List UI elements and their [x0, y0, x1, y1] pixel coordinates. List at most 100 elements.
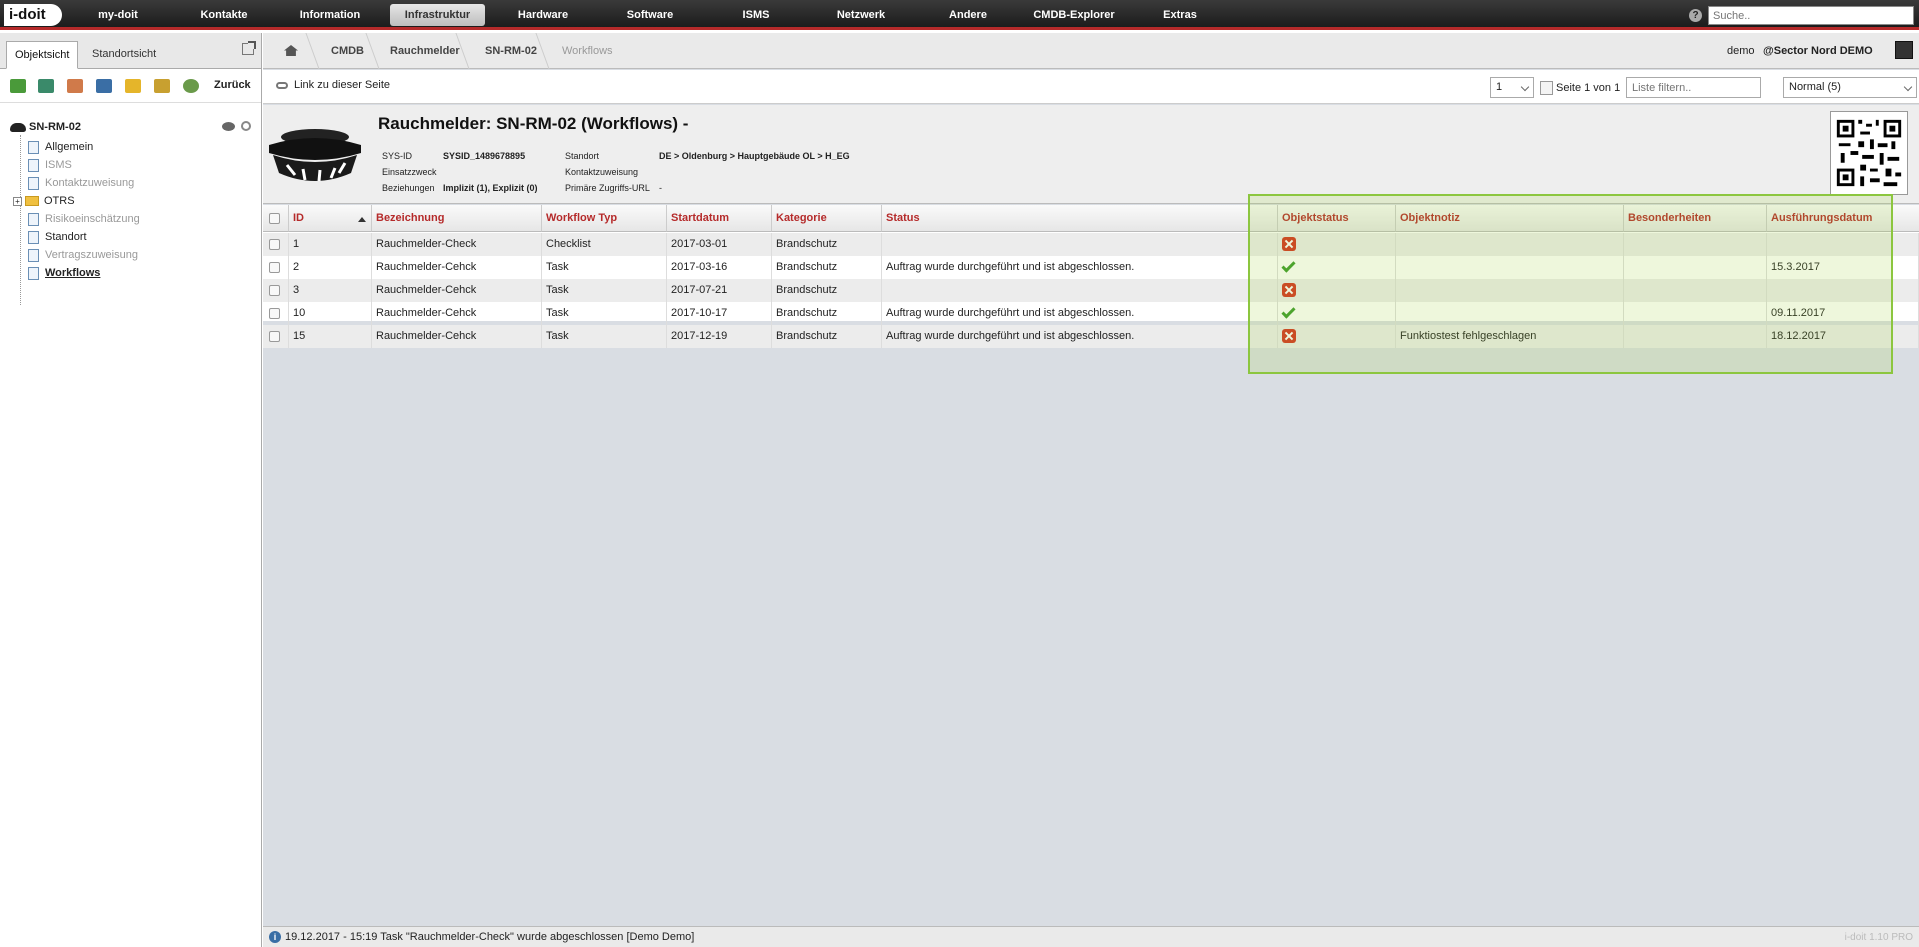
nav-my-doit[interactable]: my-doit: [78, 4, 158, 26]
nav-cmdb-explorer[interactable]: CMDB-Explorer: [1020, 4, 1128, 26]
tree-item-risikoeinschaetzung[interactable]: Risikoeinschätzung: [28, 211, 140, 227]
link-to-page[interactable]: Link zu dieser Seite: [294, 79, 390, 91]
cell-bez: Rauchmelder-Cehck: [372, 279, 542, 302]
tree-item-kontaktzuweisung[interactable]: Kontaktzuweisung: [28, 175, 134, 191]
nav-hardware[interactable]: Hardware: [503, 4, 583, 26]
status-message: 19.12.2017 - 15:19 Task "Rauchmelder-Che…: [285, 931, 695, 943]
cell-status: Auftrag wurde durchgeführt und ist abges…: [882, 256, 1278, 279]
cell-kat: Brandschutz: [772, 302, 882, 325]
nav-isms[interactable]: ISMS: [716, 4, 796, 26]
col-header-workflow-typ[interactable]: Workflow Typ: [542, 205, 667, 232]
chevron-down-icon: [1903, 82, 1913, 92]
idoit-logo[interactable]: i-doit: [4, 4, 62, 26]
cell-start: 2017-07-21: [667, 279, 772, 302]
view-select[interactable]: Normal (5): [1783, 77, 1917, 98]
cell-id: 2: [289, 256, 372, 279]
cell-status: [882, 279, 1278, 302]
book-icon[interactable]: [96, 79, 112, 93]
nav-kontakte[interactable]: Kontakte: [185, 4, 263, 26]
back-button[interactable]: Zurück: [214, 79, 251, 91]
chevron-down-icon: [1520, 82, 1530, 92]
tab-standortsicht[interactable]: Standortsicht: [84, 41, 164, 69]
tab-objektsicht[interactable]: Objektsicht: [6, 41, 79, 69]
crumb-separator: [296, 33, 320, 69]
nav-infrastruktur[interactable]: Infrastruktur: [390, 4, 485, 26]
row-checkbox[interactable]: [269, 262, 280, 273]
row-select-cell: [263, 302, 289, 325]
nav-netzwerk[interactable]: Netzwerk: [821, 4, 901, 26]
document-icon: [28, 176, 39, 190]
expand-icon[interactable]: [38, 79, 54, 93]
beziehungen-label: Beziehungen: [382, 183, 435, 193]
list-filter-input[interactable]: [1626, 77, 1761, 98]
tree-item-isms[interactable]: ISMS: [28, 157, 72, 173]
eye-icon[interactable]: [222, 122, 235, 131]
col-header-status[interactable]: Status: [882, 205, 1278, 232]
page-select[interactable]: 1: [1490, 77, 1534, 98]
qr-code-image[interactable]: [1830, 111, 1908, 195]
tree-root-label: SN-RM-02: [29, 121, 81, 133]
home-icon[interactable]: [284, 45, 298, 56]
sysid-label: SYS-ID: [382, 151, 413, 161]
nav-information[interactable]: Information: [290, 4, 370, 26]
cell-typ: Checklist: [542, 233, 667, 256]
lock-icon[interactable]: [154, 79, 170, 93]
user-name[interactable]: demo: [1727, 45, 1755, 57]
help-icon[interactable]: ?: [1689, 9, 1702, 22]
expand-plus-icon[interactable]: +: [13, 196, 22, 206]
document-icon: [28, 212, 39, 226]
document-icon: [28, 158, 39, 172]
row-select-cell: [263, 233, 289, 256]
link-icon[interactable]: [276, 82, 288, 89]
sort-ascending-icon: [358, 217, 366, 222]
nav-andere[interactable]: Andere: [928, 4, 1008, 26]
cell-status: Auftrag wurde durchgeführt und ist abges…: [882, 302, 1278, 325]
magnifier-icon[interactable]: [241, 121, 251, 131]
cell-id: 10: [289, 302, 372, 325]
document-icon: [28, 248, 39, 262]
view-select-value: Normal (5): [1789, 81, 1841, 93]
cell-typ: Task: [542, 256, 667, 279]
tree-root[interactable]: SN-RM-02: [10, 121, 81, 133]
row-checkbox[interactable]: [269, 331, 280, 342]
tenant-name[interactable]: @Sector Nord DEMO: [1763, 45, 1873, 57]
version-label: i-doit 1.10 PRO: [1844, 932, 1913, 943]
row-checkbox[interactable]: [269, 308, 280, 319]
row-checkbox[interactable]: [269, 285, 280, 296]
cell-id: 15: [289, 325, 372, 348]
list-toolbar: Link zu dieser Seite 1 Seite 1 von 1 Nor…: [263, 70, 1919, 104]
shield-icon[interactable]: [125, 79, 141, 93]
col-header-startdatum[interactable]: Startdatum: [667, 205, 772, 232]
report-icon[interactable]: [67, 79, 83, 93]
breadcrumb-workflows: Workflows: [562, 45, 613, 57]
select-all-checkbox[interactable]: [269, 213, 280, 224]
tree-item-workflows[interactable]: Workflows: [28, 265, 100, 281]
kontaktzuweisung-label: Kontaktzuweisung: [565, 167, 639, 177]
cell-start: 2017-03-16: [667, 256, 772, 279]
tree-item-otrs[interactable]: + OTRS: [13, 193, 75, 209]
popout-icon[interactable]: [242, 41, 256, 55]
beziehungen-value[interactable]: Implizit (1), Explizit (0): [443, 183, 538, 193]
cell-id: 1: [289, 233, 372, 256]
tree-line: [20, 135, 21, 305]
search-input[interactable]: [1708, 6, 1914, 25]
col-header-kategorie[interactable]: Kategorie: [772, 205, 882, 232]
col-header-bezeichnung[interactable]: Bezeichnung: [372, 205, 542, 232]
main-content: CMDB Rauchmelder SN-RM-02 Workflows demo…: [263, 33, 1919, 947]
tree-structure-icon[interactable]: [10, 79, 26, 93]
nav-software[interactable]: Software: [610, 4, 690, 26]
nav-extras[interactable]: Extras: [1140, 4, 1220, 26]
document-icon: [28, 230, 39, 244]
row-select-cell: [263, 325, 289, 348]
left-tabs: Objektsicht Standortsicht: [0, 33, 261, 69]
row-checkbox[interactable]: [269, 239, 280, 250]
user-avatar-icon[interactable]: [1895, 41, 1913, 59]
standort-value[interactable]: DE > Oldenburg > Hauptgebäude OL > H_EG: [659, 151, 850, 161]
cell-typ: Task: [542, 325, 667, 348]
tree-item-allgemein[interactable]: Allgemein: [28, 139, 93, 155]
tree-item-standort[interactable]: Standort: [28, 229, 87, 245]
globe-icon[interactable]: [183, 79, 199, 93]
col-header-id[interactable]: ID: [289, 205, 372, 232]
page-select-value: 1: [1496, 81, 1503, 93]
tree-item-vertragszuweisung[interactable]: Vertragszuweisung: [28, 247, 138, 263]
